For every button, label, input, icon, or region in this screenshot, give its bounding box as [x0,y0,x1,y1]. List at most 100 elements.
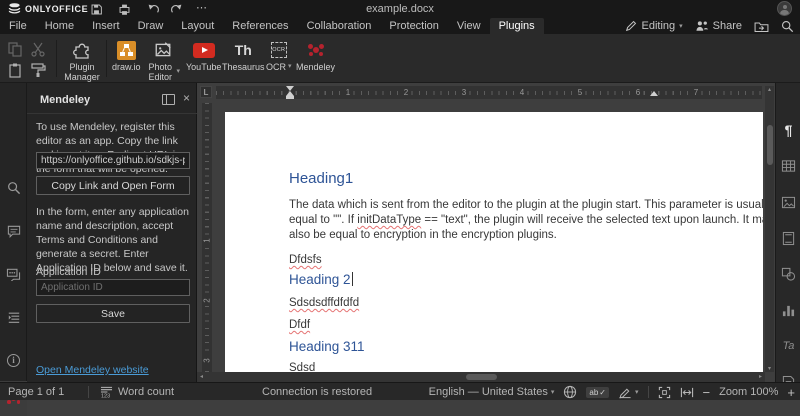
user-avatar[interactable] [777,1,792,16]
open-mendeley-website-link[interactable]: Open Mendeley website [36,364,149,376]
youtube-button[interactable]: YouTube [186,39,221,72]
chevron-down-icon: ▾ [635,388,639,396]
headerfooter-settings-button[interactable] [776,223,800,253]
editing-mode-button[interactable]: Editing ▾ [625,20,682,32]
vertical-scrollbar-thumb[interactable] [767,125,773,165]
toolbar-separator [106,40,107,77]
track-changes-icon [618,386,632,399]
table-settings-button[interactable] [776,151,800,181]
language-selector[interactable]: English — United States ▾ [429,386,555,398]
paragraph-icon: ¶ [785,122,793,138]
title-bar: ONLYOFFICE ⋯ example.docx [0,0,800,18]
shape-icon [781,267,796,281]
zoom-level: Zoom 100% [719,386,778,398]
menu-home[interactable]: Home [36,18,83,34]
spellcheck-toggle[interactable]: ab ✓ [586,387,609,398]
doc-paragraph-line: equal to "". If initDataType == "text", … [289,214,763,226]
share-people-icon [695,20,709,32]
paste-icon[interactable] [7,62,23,78]
panel-close-icon[interactable]: × [183,91,190,105]
menu-right-controls: Editing ▾ Share [625,18,794,34]
horizontal-scrollbar-thumb[interactable] [466,374,497,380]
panel-title: Mendeley [40,94,90,106]
textart-settings-button[interactable]: Ta [776,331,800,361]
menu-draw[interactable]: Draw [129,18,173,34]
ocr-icon: OCR [271,42,287,58]
info-icon: i [7,354,20,367]
chevron-down-icon: ▾ [288,62,292,72]
ruler-number: 2 [402,86,410,99]
save-button[interactable]: Save [36,304,190,323]
drawio-button[interactable]: draw.io [112,39,141,72]
header-footer-icon [782,231,795,246]
statusbar-separator [648,386,649,398]
doc-heading2: Heading 2 [289,272,353,287]
misspelled-word: Dfdsfs [289,254,322,266]
image-settings-button[interactable] [776,187,800,217]
document-title: example.docx [0,3,800,15]
thesaurus-button[interactable]: Th Thesaurus [222,39,265,72]
redirect-url-input[interactable] [36,152,190,169]
horizontal-scrollbar[interactable]: ◂ ▸ [197,372,765,382]
sidebar-chat-button[interactable] [0,259,27,289]
share-button[interactable]: Share [695,20,742,32]
menu-protection[interactable]: Protection [380,18,448,34]
menu-file[interactable]: File [0,18,36,34]
menu-plugins[interactable]: Plugins [490,18,544,34]
plugin-manager-button[interactable]: Plugin Manager [61,39,103,82]
chevron-down-icon: ▾ [551,388,555,396]
zoom-out-button[interactable]: − [703,385,711,400]
scroll-right-icon[interactable]: ▸ [756,373,765,380]
menu-view[interactable]: View [448,18,490,34]
fit-page-icon[interactable] [658,386,671,399]
pencil-icon [625,20,637,32]
paragraph-settings-button[interactable]: ¶ [776,115,800,145]
search-icon[interactable] [781,20,794,33]
document-language-globe-icon[interactable] [563,385,577,399]
document-page[interactable]: Heading1 The data which is sent from the… [225,112,763,373]
copy-icon[interactable] [7,41,23,57]
photo-editor-button[interactable]: Photo Editor▾ [146,39,180,82]
shape-settings-button[interactable] [776,259,800,289]
fit-width-icon[interactable] [680,386,694,399]
application-id-input[interactable] [36,279,190,296]
menu-references[interactable]: References [223,18,297,34]
spellcheck-ab: ab [589,388,598,397]
vertical-scrollbar[interactable]: ▴ ▾ [765,86,774,372]
scroll-up-icon[interactable]: ▴ [765,86,774,93]
search-icon [7,181,21,195]
menu-layout[interactable]: Layout [172,18,223,34]
chat-icon [6,268,21,281]
page-indicator[interactable]: Page 1 of 1 [8,386,64,398]
sidebar-about-button[interactable]: i [0,345,27,375]
tab-stop-selector[interactable]: L [200,86,212,98]
scroll-left-icon[interactable]: ◂ [197,373,206,380]
menu-collaboration[interactable]: Collaboration [298,18,381,34]
menu-insert[interactable]: Insert [83,18,129,34]
cut-icon[interactable] [30,41,46,57]
left-indent-marker-base[interactable] [286,96,294,99]
open-file-location-icon[interactable] [754,20,769,32]
ocr-button[interactable]: OCR OCR▾ [266,39,292,72]
misspelled-word: Dfdf [289,319,310,331]
sidebar-navigation-button[interactable] [0,302,27,332]
horizontal-ruler[interactable]: 1 2 3 4 5 6 7 [216,86,762,99]
textart-icon: Ta [783,340,795,352]
vertical-ruler[interactable]: 1 2 3 [202,103,212,372]
sidebar-search-button[interactable] [0,173,27,203]
word-count-button[interactable]: Word count [118,386,174,398]
right-indent-marker[interactable] [650,91,658,96]
scroll-down-icon[interactable]: ▾ [765,365,774,372]
ruler-number: 5 [576,86,584,99]
chevron-down-icon: ▾ [679,22,683,30]
format-painter-icon[interactable] [30,62,46,78]
mendeley-button[interactable]: Mendeley [296,39,335,72]
track-changes-button[interactable]: ▾ [618,386,639,399]
zoom-in-button[interactable]: + [787,385,795,400]
sidebar-comments-button[interactable] [0,216,27,246]
panel-collapse-icon[interactable] [162,94,175,105]
ocr-label: OCR▾ [266,62,292,72]
chart-settings-button[interactable] [776,295,800,325]
application-id-label: Application ID [36,265,190,279]
copy-link-button[interactable]: Copy Link and Open Form [36,176,190,195]
